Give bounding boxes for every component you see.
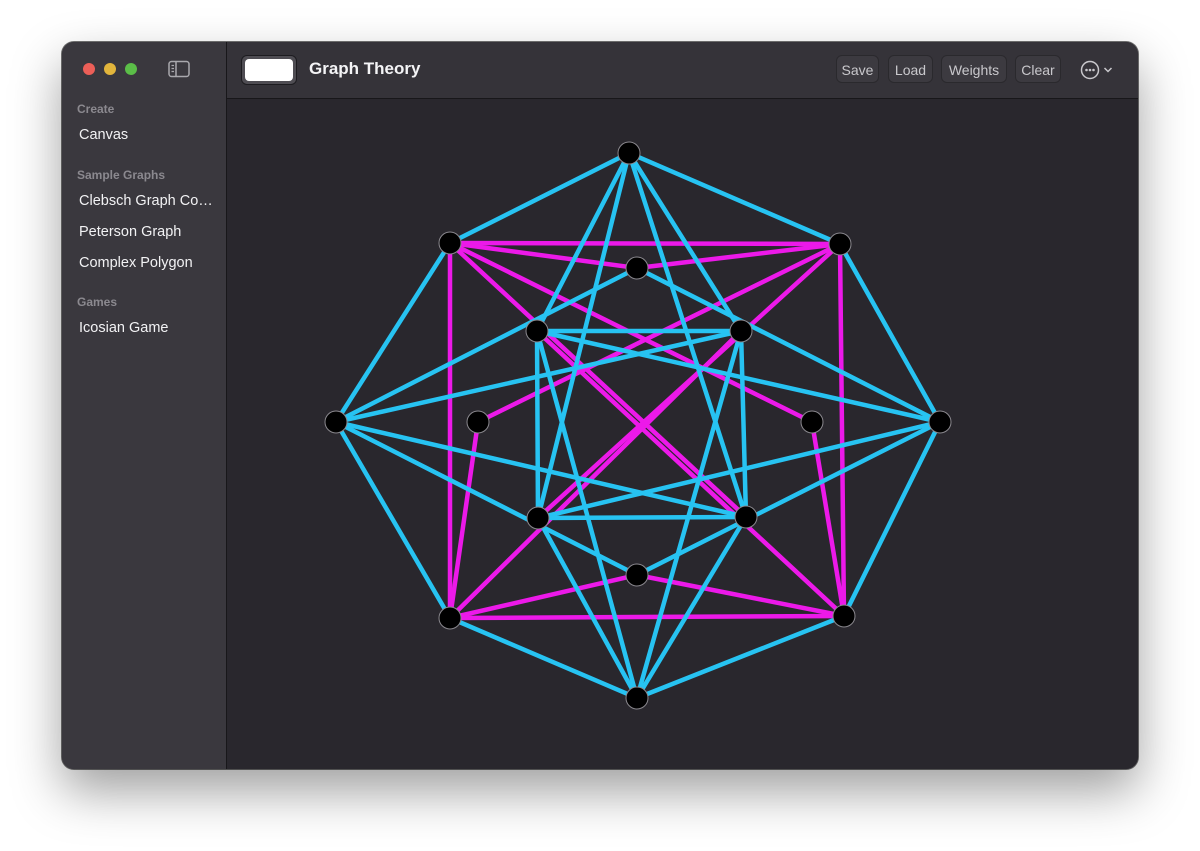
graph-vertex[interactable] [526,506,550,530]
clear-button[interactable]: Clear [1015,55,1061,83]
minimize-window-button[interactable] [104,63,116,75]
zoom-window-button[interactable] [125,63,137,75]
sidebar-item-icosian-game[interactable]: Icosian Game [79,320,217,336]
graph-edge [634,241,843,271]
graph-canvas[interactable] [227,99,1138,769]
color-picker-well[interactable] [241,55,297,85]
graph-vertex[interactable] [734,505,758,529]
graph-edge [447,613,847,621]
graph-vertex[interactable] [438,606,462,630]
graph-vertex[interactable] [438,231,462,255]
toolbar: Graph Theory Save Load Weights Clear [227,42,1138,99]
ellipsis-circle-icon [1080,60,1100,80]
sidebar-item-canvas[interactable]: Canvas [79,127,217,143]
graph-edge [534,328,541,521]
sidebar-item-peterson-graph[interactable]: Peterson Graph [79,224,217,240]
chevron-down-icon [1103,67,1113,73]
graph-vertex[interactable] [625,686,649,710]
graph-vertex[interactable] [617,141,641,165]
graph-vertex[interactable] [729,319,753,343]
graph-edge [634,419,943,578]
graph-vertex[interactable] [928,410,952,434]
weights-button[interactable]: Weights [941,55,1007,83]
graph-vertex[interactable] [525,319,549,343]
window-title: Graph Theory [309,59,421,78]
graph-vertex[interactable] [828,232,852,256]
graph-edge [841,419,943,619]
save-button[interactable]: Save [836,55,879,83]
graph-edge [535,515,640,701]
graph-edge [837,241,847,619]
graph-drawing[interactable] [227,99,1138,769]
load-button[interactable]: Load [888,55,933,83]
graph-edge [447,240,843,247]
sidebar: Create Canvas Sample Graphs Clebsch Grap… [62,42,227,769]
app-window: Create Canvas Sample Graphs Clebsch Grap… [62,42,1138,769]
graph-edge [447,150,632,246]
graph-edge [634,613,847,701]
graph-vertex[interactable] [466,410,490,434]
graph-edge [738,328,749,520]
graph-edge [534,328,847,619]
graph-vertex[interactable] [625,256,649,280]
graph-edge [634,514,749,701]
graph-vertex[interactable] [800,410,824,434]
graph-edge [447,615,640,701]
sidebar-item-clebsch-graph[interactable]: Clebsch Graph Complement [79,193,217,209]
graph-vertex[interactable] [324,410,348,434]
more-options-button[interactable] [1077,56,1117,84]
section-header-create: Create [77,102,115,116]
graph-edge [626,150,843,247]
graph-vertex[interactable] [625,563,649,587]
sidebar-item-complex-polygon[interactable]: Complex Polygon [79,255,217,271]
close-window-button[interactable] [83,63,95,75]
main-area: Graph Theory Save Load Weights Clear [227,42,1138,769]
graph-edge [535,514,749,521]
section-header-sample-graphs: Sample Graphs [77,168,166,182]
color-swatch [245,59,293,81]
sidebar-toggle-icon[interactable] [168,60,190,78]
section-header-games: Games [77,295,118,309]
graph-vertex[interactable] [832,604,856,628]
